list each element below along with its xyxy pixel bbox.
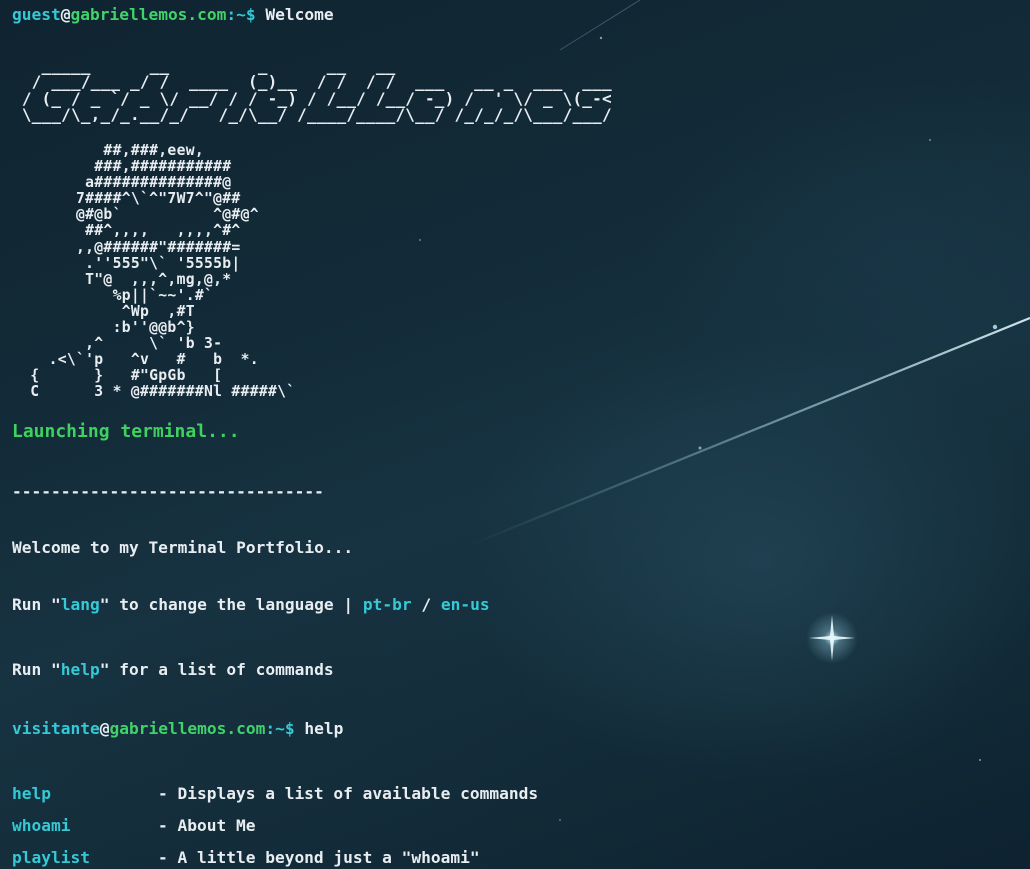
star — [992, 324, 998, 330]
star — [559, 819, 561, 821]
command-name[interactable]: playlist — [12, 848, 158, 868]
lang-command[interactable]: lang — [61, 595, 100, 614]
prompt-help-line: visitante@gabriellemos.com:~$ help — [12, 719, 343, 739]
ascii-art-portrait: ##,###,eew, ###,########### a###########… — [30, 142, 296, 401]
bright-star-glow — [806, 612, 858, 664]
ascii-banner: _____ __ _ __ __ / ___/___ _/ / ____ (_)… — [21, 56, 612, 124]
prompt-path: :~$ — [265, 719, 295, 738]
help-instruction: Run "help" for a list of commands — [12, 660, 334, 680]
prompt-welcome-line: guest@gabriellemos.com:~$ Welcome — [12, 5, 334, 25]
command-name[interactable]: whoami — [12, 816, 158, 836]
meteor-streak — [469, 316, 1030, 547]
welcome-message: Welcome to my Terminal Portfolio... — [12, 538, 354, 557]
command-description: - A little beyond just a "whoami" — [158, 848, 480, 867]
command-description: - Displays a list of available commands — [158, 784, 539, 803]
lang-run-text: Run " — [12, 595, 61, 614]
help-command[interactable]: help — [61, 660, 100, 679]
star — [929, 139, 931, 141]
bright-star-icon — [809, 615, 855, 661]
star — [599, 36, 603, 40]
prompt-command: help — [304, 719, 344, 738]
faint-streak — [559, 0, 641, 51]
launching-message: Launching terminal... — [12, 421, 240, 442]
command-row-whoami: whoami - About Me — [12, 816, 255, 836]
prompt-at: @ — [99, 719, 110, 738]
lang-separator: / — [411, 595, 441, 614]
lang-instruction: Run "lang" to change the language | pt-b… — [12, 595, 490, 615]
help-rest-text: " for a list of commands — [99, 660, 334, 679]
prompt-user: visitante — [12, 719, 100, 738]
prompt-command: Welcome — [265, 5, 334, 24]
prompt-user: guest — [12, 5, 61, 24]
command-description: - About Me — [158, 816, 256, 835]
lang-middle-text: " to change the language | — [99, 595, 363, 614]
star — [978, 758, 982, 762]
lang-option-pt-br[interactable]: pt-br — [363, 595, 412, 614]
star — [698, 446, 702, 450]
divider: -------------------------------- — [12, 482, 324, 501]
star — [419, 239, 421, 241]
prompt-host: gabriellemos.com — [109, 719, 266, 738]
prompt-host: gabriellemos.com — [70, 5, 227, 24]
command-row-help: help - Displays a list of available comma… — [12, 784, 538, 804]
command-row-playlist: playlist - A little beyond just a "whoami… — [12, 848, 480, 868]
help-run-text: Run " — [12, 660, 61, 679]
lang-option-en-us[interactable]: en-us — [441, 595, 490, 614]
prompt-path: :~$ — [226, 5, 256, 24]
command-name[interactable]: help — [12, 784, 158, 804]
